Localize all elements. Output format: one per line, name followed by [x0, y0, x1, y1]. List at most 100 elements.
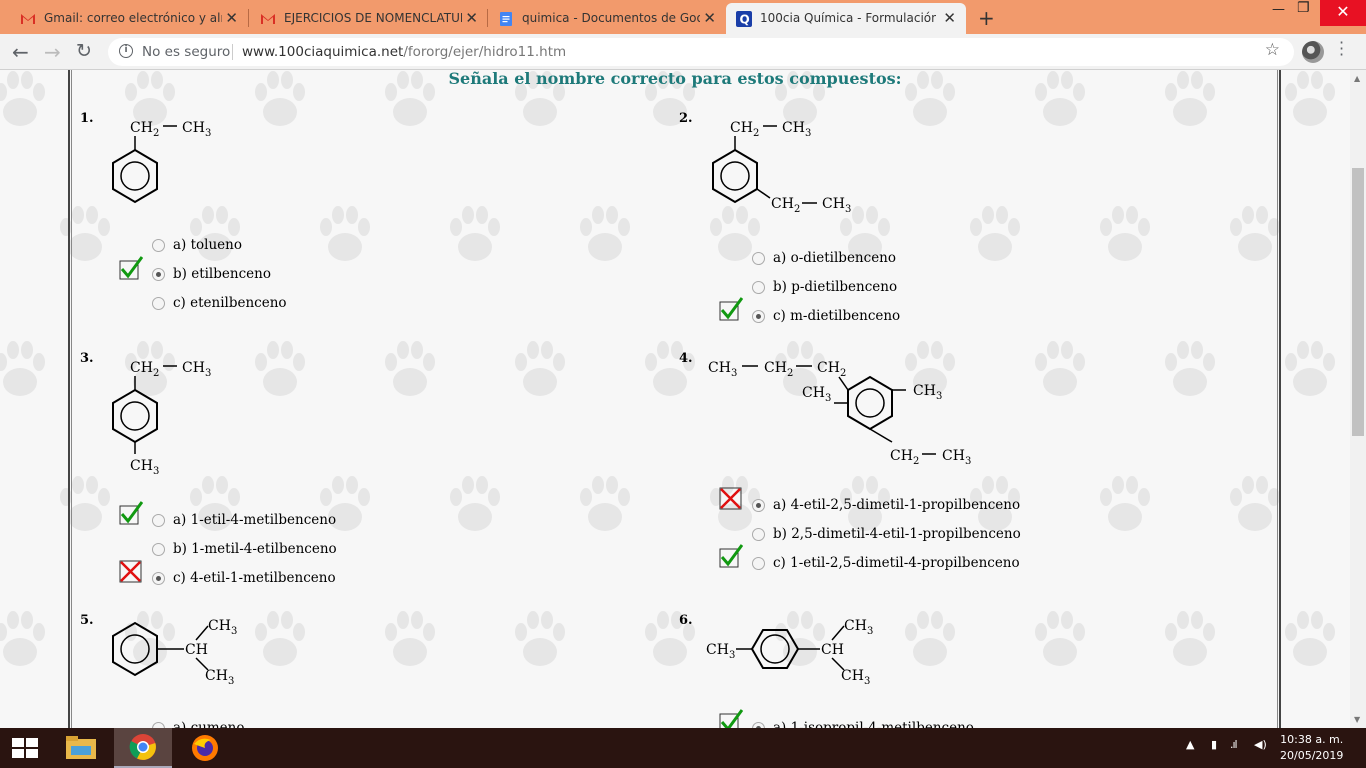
svg-text:3: 3 [153, 466, 159, 477]
paw-print [255, 611, 305, 666]
svg-text:CH: CH [182, 360, 205, 376]
paw-print [580, 206, 630, 261]
q6-option-a[interactable]: a) 1-isopropil-4-metilbenceno [752, 720, 974, 728]
minimize-button[interactable]: — [1272, 2, 1285, 17]
svg-text:CH: CH [130, 360, 153, 376]
paw-print [385, 611, 435, 666]
back-icon[interactable]: ← [12, 40, 29, 64]
q1-option-c[interactable]: c) etenilbenceno [152, 295, 287, 311]
menu-kebab-icon[interactable]: · · · [1339, 35, 1344, 63]
windows-taskbar: ▲ ▮ .ıl ◀) 10:38 a. m. 20/05/2019 [0, 728, 1366, 768]
paw-print [0, 341, 45, 396]
radio-button[interactable] [152, 296, 165, 310]
close-icon[interactable]: ✕ [703, 9, 716, 27]
radio-button[interactable] [752, 498, 765, 512]
radio-button[interactable] [752, 527, 765, 541]
tab-docs[interactable]: quimica - Documentos de Google ✕ [478, 3, 726, 34]
restore-button[interactable]: ❐ [1297, 0, 1310, 16]
page-scrollbar[interactable]: ▲ ▼ [1350, 70, 1366, 728]
svg-text:CH: CH [130, 458, 153, 474]
battery-icon[interactable]: ▮ [1211, 738, 1217, 751]
bookmark-star-icon[interactable]: ☆ [1265, 40, 1280, 60]
scroll-down-arrow-icon[interactable]: ▼ [1354, 715, 1360, 724]
svg-text:Q: Q [740, 13, 750, 27]
close-window-button[interactable]: ✕ [1320, 0, 1366, 26]
paw-print [0, 611, 45, 666]
radio-button[interactable] [152, 542, 165, 556]
q4-option-c[interactable]: c) 1-etil-2,5-dimetil-4-propilbenceno [752, 555, 1020, 571]
file-explorer-taskbar-button[interactable] [52, 728, 110, 768]
radio-button[interactable] [752, 556, 765, 570]
q2-option-c[interactable]: c) m-dietilbenceno [752, 308, 900, 324]
scrollbar-thumb[interactable] [1352, 168, 1364, 436]
url-text[interactable]: www.100ciaquimica.net/fororg/ejer/hidro1… [242, 44, 566, 60]
close-icon[interactable]: ✕ [465, 9, 478, 27]
close-icon[interactable]: ✕ [225, 9, 238, 27]
system-clock[interactable]: 10:38 a. m. 20/05/2019 [1280, 732, 1343, 764]
structure-ethylmethylbenzene: CH 2 CH 3 CH 3 [112, 360, 211, 477]
svg-text:CH: CH [771, 196, 794, 212]
svg-text:CH: CH [708, 360, 731, 376]
svg-text:3: 3 [205, 128, 211, 139]
new-tab-button[interactable]: + [978, 6, 995, 30]
paw-print [515, 611, 565, 666]
svg-text:CH: CH [130, 120, 153, 136]
question-1-number: 1. [80, 111, 94, 126]
radio-button[interactable] [752, 251, 765, 265]
radio-button[interactable] [152, 513, 165, 527]
close-icon[interactable]: ✕ [943, 9, 956, 27]
q3-option-c[interactable]: c) 4-etil-1-metilbenceno [152, 570, 336, 586]
q-site-icon: Q [736, 11, 752, 27]
svg-text:3: 3 [936, 391, 942, 402]
svg-text:CH: CH [844, 618, 867, 634]
browser-toolbar: ← → ↻ i No es seguro www.100ciaquimica.n… [0, 34, 1366, 70]
q1-option-b[interactable]: b) etilbenceno [152, 266, 271, 282]
radio-button[interactable] [752, 280, 765, 294]
security-label[interactable]: No es seguro [142, 44, 230, 60]
paw-print [385, 341, 435, 396]
q2-option-a[interactable]: a) o-dietilbenceno [752, 250, 896, 266]
q4-option-b[interactable]: b) 2,5-dimetil-4-etil-1-propilbenceno [752, 526, 1021, 542]
volume-icon[interactable]: ◀) [1254, 738, 1267, 751]
q2-option-b[interactable]: b) p-dietilbenceno [752, 279, 897, 295]
chrome-taskbar-button[interactable] [114, 728, 172, 768]
profile-avatar[interactable] [1302, 41, 1324, 63]
structure-p-cymene: CH 3 CH CH 3 CH 3 [706, 618, 873, 687]
correct-checkmark-icon [119, 256, 143, 280]
correct-checkmark-icon [719, 297, 743, 321]
q3-option-b[interactable]: b) 1-metil-4-etilbenceno [152, 541, 337, 557]
svg-text:3: 3 [731, 368, 737, 379]
question-6-number: 6. [679, 613, 693, 628]
radio-button[interactable] [752, 309, 765, 323]
windows-start-icon[interactable] [12, 738, 38, 758]
tab-ejercicios[interactable]: EJERCICIOS DE NOMENCLATURA ✕ [240, 3, 488, 34]
firefox-taskbar-button[interactable] [176, 728, 234, 768]
q1-option-a[interactable]: a) tolueno [152, 237, 242, 253]
q3-option-a[interactable]: a) 1-etil-4-metilbenceno [152, 512, 336, 528]
paw-print [1230, 206, 1280, 261]
radio-button[interactable] [152, 267, 165, 281]
radio-button[interactable] [152, 238, 165, 252]
tray-expand-icon[interactable]: ▲ [1186, 738, 1194, 751]
svg-text:2: 2 [153, 128, 159, 139]
option-label: a) o-dietilbenceno [773, 250, 897, 266]
gmail-icon [261, 14, 275, 24]
paw-print [1100, 206, 1150, 261]
tab-title: 100cia Química - Formulación de [760, 11, 936, 25]
info-icon[interactable]: i [119, 44, 133, 58]
svg-text:CH: CH [822, 196, 845, 212]
q5-option-a[interactable]: a) cumeno [152, 720, 244, 728]
url-path: /fororg/ejer/hidro11.htm [403, 44, 567, 60]
radio-button[interactable] [152, 571, 165, 585]
scroll-up-arrow-icon[interactable]: ▲ [1354, 74, 1360, 83]
svg-text:3: 3 [729, 650, 735, 661]
tab-100cia-active[interactable]: Q 100cia Química - Formulación de ✕ [726, 3, 966, 34]
forward-icon[interactable]: → [44, 40, 61, 64]
tab-gmail[interactable]: Gmail: correo electrónico y almac ✕ [0, 3, 248, 34]
paw-print [1035, 341, 1085, 396]
reload-icon[interactable]: ↻ [76, 40, 92, 62]
network-signal-icon[interactable]: .ıl [1230, 738, 1238, 751]
content-frame-left [68, 70, 72, 728]
address-bar[interactable]: i No es seguro www.100ciaquimica.net/for… [108, 38, 1294, 66]
q4-option-a[interactable]: a) 4-etil-2,5-dimetil-1-propilbenceno [752, 497, 1020, 513]
